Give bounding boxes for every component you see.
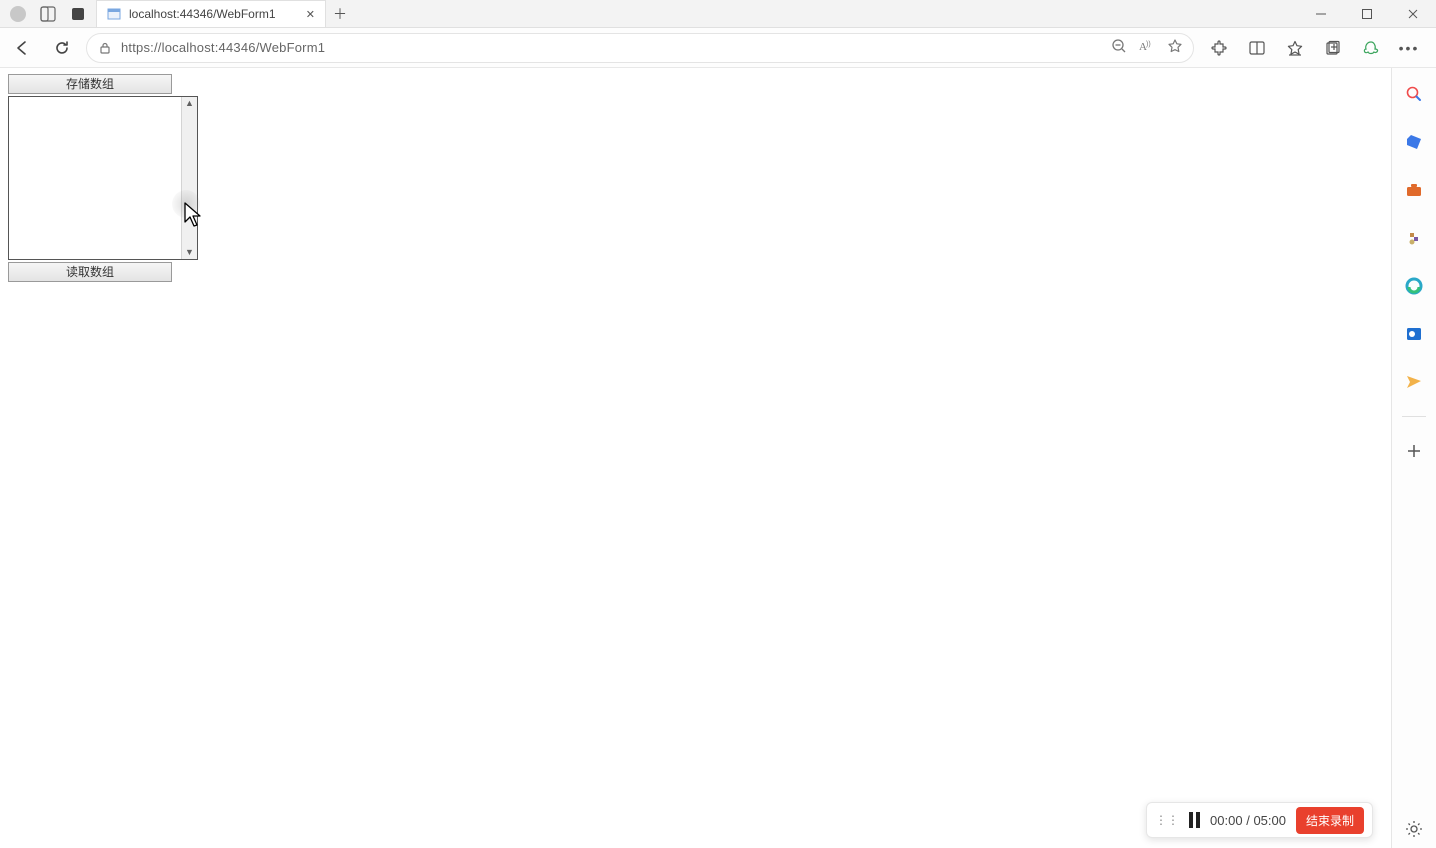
screen-recorder-bar: ⋮⋮ 00:00 / 05:00 结束录制 (1146, 802, 1373, 838)
recorder-timer: 00:00 / 05:00 (1210, 813, 1286, 828)
sidebar-shopping-icon[interactable] (1400, 128, 1428, 156)
pause-bar-icon (1189, 812, 1193, 828)
scroll-up-icon[interactable]: ▲ (185, 99, 194, 108)
recorder-elapsed: 00:00 (1210, 813, 1243, 828)
maximize-button[interactable] (1344, 0, 1390, 27)
sidebar-search-icon[interactable] (1400, 80, 1428, 108)
recorder-drag-handle-icon[interactable]: ⋮⋮ (1155, 813, 1179, 827)
sidebar-settings-icon[interactable] (1400, 820, 1428, 848)
favorites-icon[interactable] (1278, 31, 1312, 65)
listbox-content (9, 97, 181, 259)
tab-title: localhost:44346/WebForm1 (129, 7, 298, 21)
favorite-star-icon[interactable] (1167, 38, 1183, 57)
recorder-total: 05:00 (1253, 813, 1286, 828)
recorder-pause-button[interactable] (1189, 812, 1200, 828)
browser-tab[interactable]: localhost:44346/WebForm1 ✕ (96, 0, 326, 27)
workspaces-icon[interactable] (40, 6, 56, 22)
sidebar-send-icon[interactable] (1400, 368, 1428, 396)
recorder-stop-button[interactable]: 结束录制 (1296, 807, 1364, 834)
sidebar-edge-icon[interactable] (1400, 272, 1428, 300)
more-icon[interactable]: ••• (1392, 31, 1426, 65)
recorder-separator: / (1246, 813, 1250, 828)
back-button[interactable] (6, 32, 38, 64)
url-actions: A)) (1111, 38, 1183, 57)
browser-sidebar (1392, 68, 1436, 848)
pause-bar-icon (1196, 812, 1200, 828)
sidebar-games-icon[interactable] (1400, 224, 1428, 252)
toolbar-actions: ••• (1202, 31, 1430, 65)
scroll-down-icon[interactable]: ▼ (185, 248, 194, 257)
listbox-scrollbar[interactable]: ▲ ▼ (181, 97, 197, 259)
split-screen-icon[interactable] (1240, 31, 1274, 65)
performance-icon[interactable] (1354, 31, 1388, 65)
minimize-button[interactable] (1298, 0, 1344, 27)
extensions-icon[interactable] (1202, 31, 1236, 65)
refresh-button[interactable] (46, 32, 78, 64)
browser-viewport: 存储数组 ▲ ▼ 读取数组 ⋮⋮ (0, 68, 1436, 848)
close-window-button[interactable] (1390, 0, 1436, 27)
site-info-icon[interactable] (97, 40, 113, 56)
load-array-button[interactable]: 读取数组 (8, 262, 172, 282)
profile-icon[interactable] (10, 6, 26, 22)
sidebar-outlook-icon[interactable] (1400, 320, 1428, 348)
url-text: https://localhost:44346/WebForm1 (121, 40, 1103, 55)
array-listbox[interactable]: ▲ ▼ (8, 96, 198, 260)
tab-close-icon[interactable]: ✕ (306, 8, 315, 21)
browser-titlebar: localhost:44346/WebForm1 ✕ ＋ (0, 0, 1436, 28)
save-array-button[interactable]: 存储数组 (8, 74, 172, 94)
sidebar-add-icon[interactable] (1400, 437, 1428, 465)
sidebar-toolbox-icon[interactable] (1400, 176, 1428, 204)
browser-addressbar: https://localhost:44346/WebForm1 A)) (0, 28, 1436, 68)
tab-favicon-icon (107, 7, 121, 21)
collections-icon[interactable] (1316, 31, 1350, 65)
url-bar[interactable]: https://localhost:44346/WebForm1 A)) (86, 33, 1194, 63)
sidebar-divider (1402, 416, 1426, 417)
tab-actions-icon[interactable] (70, 6, 86, 22)
window-controls (1298, 0, 1436, 27)
webform-content: 存储数组 ▲ ▼ 读取数组 (0, 68, 1391, 288)
svg-text:)): )) (1146, 41, 1151, 48)
read-aloud-icon[interactable]: A)) (1139, 38, 1155, 57)
new-tab-button[interactable]: ＋ (326, 0, 354, 27)
titlebar-left-controls (0, 0, 96, 27)
zoom-out-icon[interactable] (1111, 38, 1127, 57)
page-surface: 存储数组 ▲ ▼ 读取数组 ⋮⋮ (0, 68, 1392, 848)
